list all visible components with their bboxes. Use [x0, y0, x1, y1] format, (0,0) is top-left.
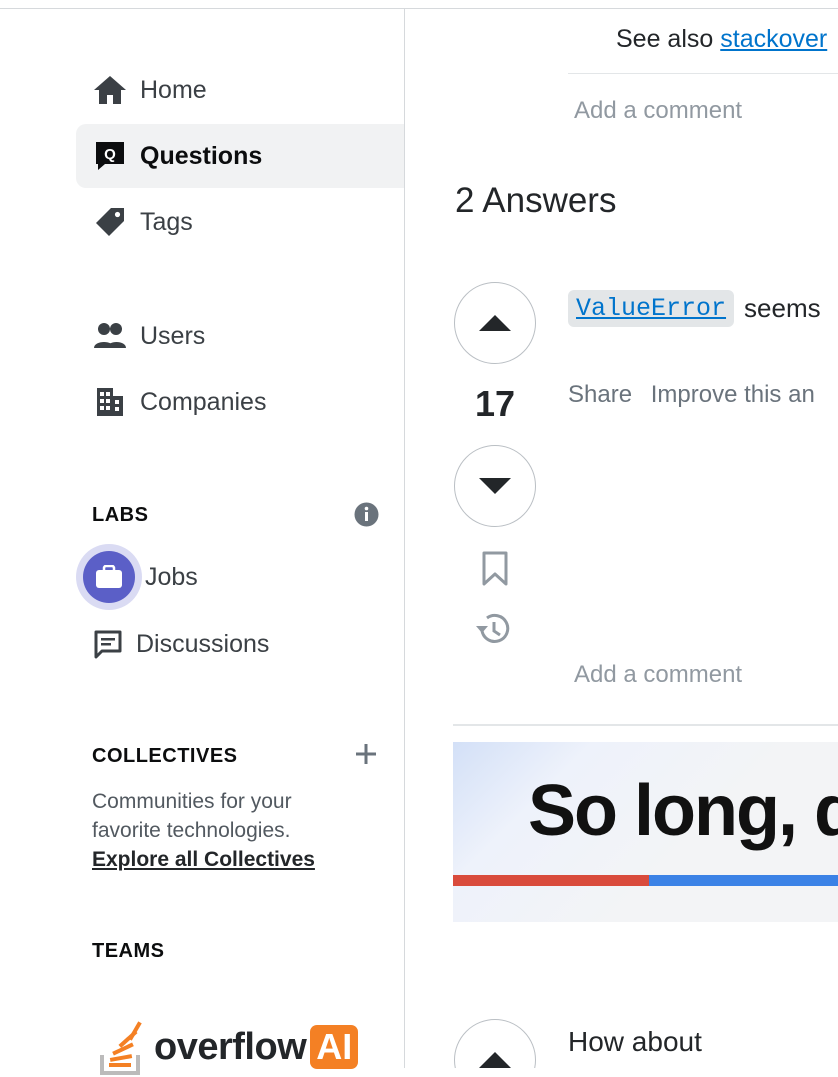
upvote-arrow-icon	[479, 1052, 511, 1068]
banner-blue-stripe	[649, 875, 838, 886]
sidebar-item-users[interactable]: Users	[76, 304, 404, 368]
banner-headline: So long, d	[528, 771, 838, 851]
value-error-link[interactable]: ValueError	[576, 294, 726, 323]
brand-text: overflow	[154, 1025, 307, 1068]
stack-overflow-logo-icon	[100, 1021, 142, 1075]
tag-icon	[92, 204, 128, 240]
inline-code: ValueError	[568, 290, 735, 327]
promo-banner[interactable]: So long, d	[453, 742, 838, 922]
home-icon	[92, 72, 128, 108]
sidebar-item-companies[interactable]: Companies	[76, 370, 404, 434]
comment-divider	[568, 73, 838, 74]
collectives-description: Communities for your favorite technologi…	[92, 787, 315, 874]
answer-body: ValueError seems	[568, 290, 821, 327]
teams-heading: TEAMS	[92, 940, 165, 962]
share-link[interactable]: Share	[568, 381, 632, 408]
answer-divider	[453, 724, 838, 726]
post-menu: Share Improve this an	[568, 381, 815, 409]
collectives-heading: COLLECTIVES	[92, 745, 238, 767]
sidebar-item-home[interactable]: Home	[76, 58, 404, 122]
plus-icon[interactable]	[354, 742, 378, 766]
upvote-button-2[interactable]	[454, 1019, 536, 1068]
banner-red-stripe	[453, 875, 649, 886]
explore-collectives-link[interactable]: Explore all Collectives	[92, 845, 315, 874]
sidebar-item-tags[interactable]: Tags	[76, 190, 404, 254]
sidebar-item-label: Jobs	[145, 562, 198, 591]
overflow-ai-logo[interactable]: overflow AI	[98, 1017, 359, 1077]
discussions-icon	[92, 628, 124, 660]
info-icon[interactable]	[354, 502, 379, 527]
top-border	[0, 0, 838, 9]
sidebar-item-label: Tags	[140, 207, 193, 236]
add-comment-link-2[interactable]: Add a comment	[574, 661, 742, 689]
companies-icon	[92, 384, 128, 420]
sidebar-item-discussions[interactable]: Discussions	[92, 612, 269, 676]
sidebar-item-label: Companies	[140, 387, 267, 416]
improve-answer-link[interactable]: Improve this an	[651, 381, 815, 408]
upvote-arrow-icon	[479, 315, 511, 331]
see-also-line: See also stackover	[616, 25, 828, 53]
vote-count: 17	[474, 383, 516, 424]
sidebar-item-label: Questions	[140, 141, 263, 170]
see-also-link[interactable]: stackover	[720, 25, 827, 53]
left-sidebar: Home Q Questions Tags Users Companies LA…	[0, 9, 405, 1075]
sidebar-item-label: Home	[140, 75, 207, 104]
upvote-button[interactable]	[454, 282, 536, 364]
answer2-body: How about	[568, 1026, 702, 1057]
sidebar-item-jobs[interactable]: Jobs	[76, 544, 198, 610]
answers-heading: 2 Answers	[455, 181, 617, 220]
bookmark-icon[interactable]	[481, 551, 509, 587]
users-icon	[92, 318, 128, 354]
labs-heading: LABS	[92, 504, 149, 526]
jobs-icon	[76, 544, 142, 610]
sidebar-item-label: Users	[140, 321, 206, 350]
add-comment-link[interactable]: Add a comment	[574, 97, 742, 125]
history-icon[interactable]	[473, 609, 513, 649]
main-content: See also stackover Add a comment 2 Answe…	[405, 9, 838, 1068]
downvote-arrow-icon	[479, 478, 511, 494]
questions-icon: Q	[92, 138, 128, 174]
sidebar-item-questions[interactable]: Q Questions	[76, 124, 404, 188]
svg-text:Q: Q	[104, 146, 116, 163]
downvote-button[interactable]	[454, 445, 536, 527]
sidebar-item-label: Discussions	[136, 629, 270, 658]
ai-badge: AI	[310, 1025, 359, 1069]
